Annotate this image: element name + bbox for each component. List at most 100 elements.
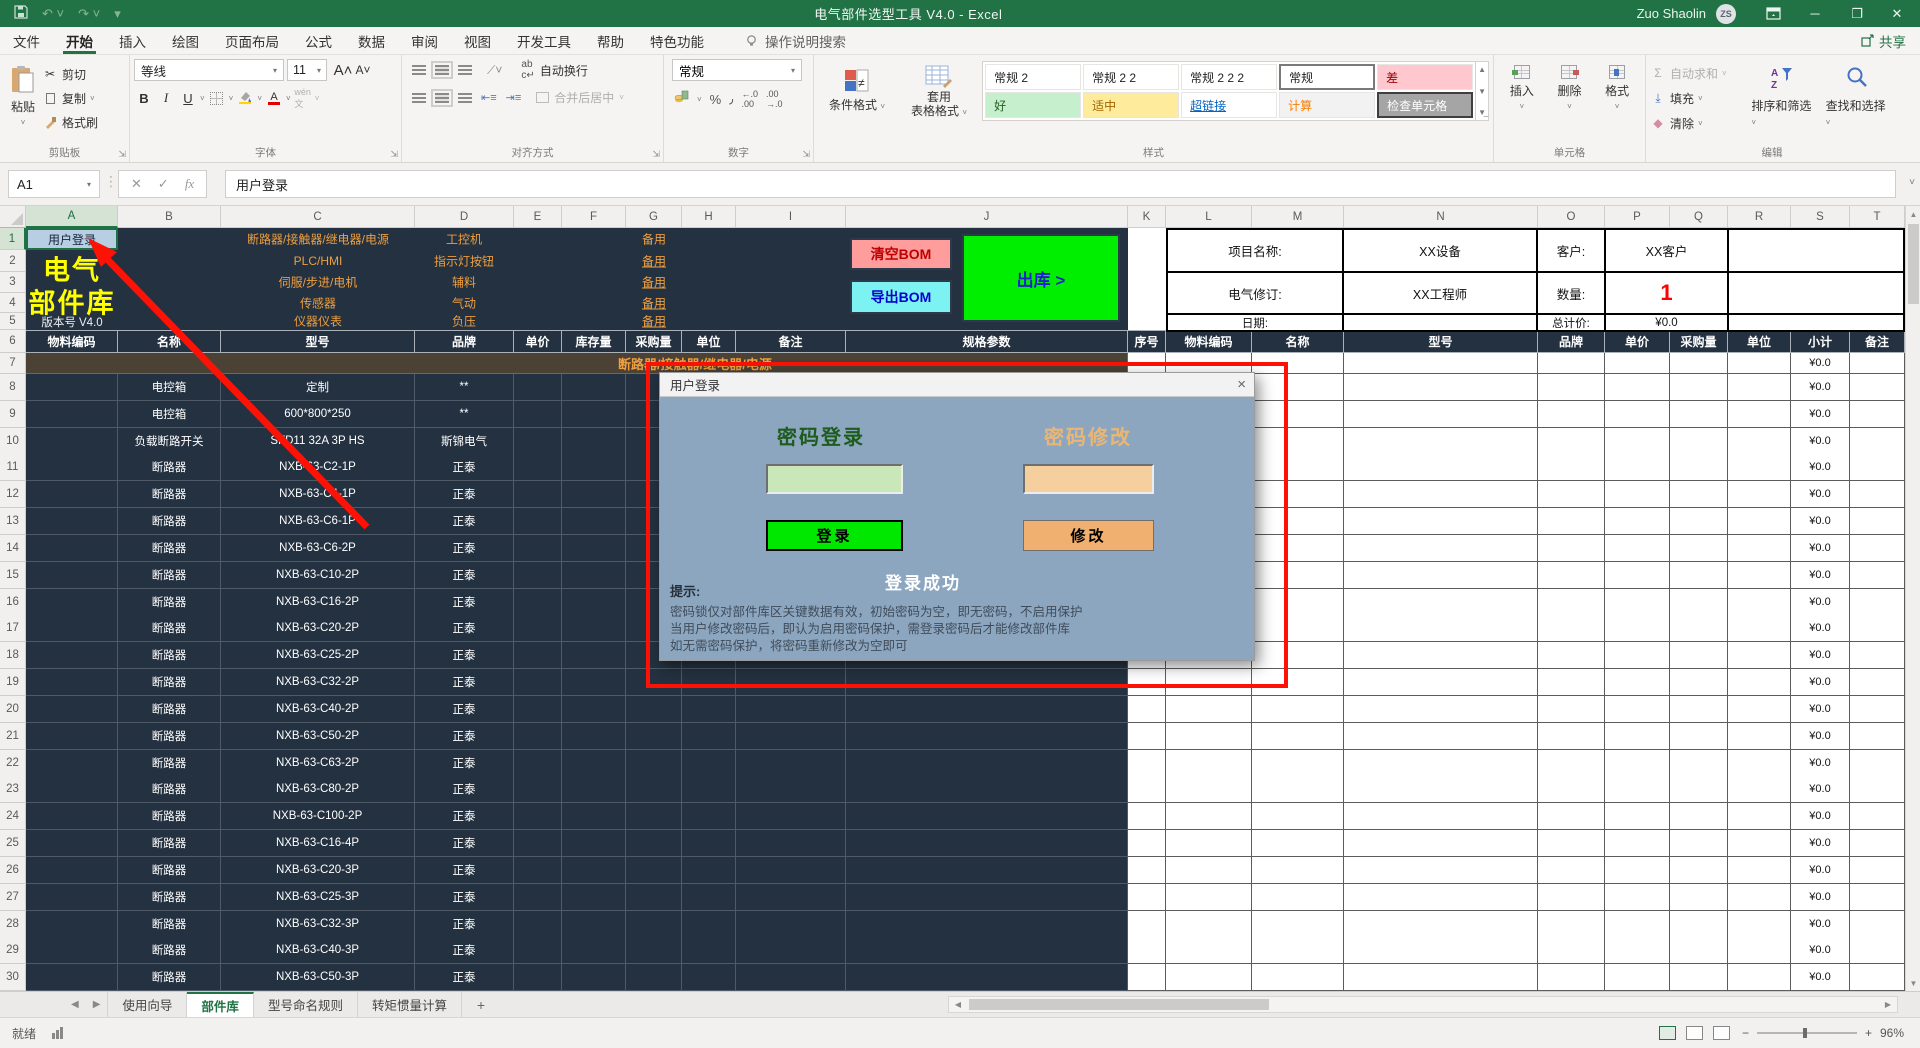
right-cell[interactable]	[1252, 884, 1344, 911]
row-header-10[interactable]: 10	[0, 428, 26, 455]
left-cell[interactable]	[562, 562, 626, 589]
row-header-8[interactable]: 8	[0, 374, 26, 401]
undo-icon[interactable]: ↶ ˅	[42, 6, 64, 22]
right-cell[interactable]	[1128, 696, 1166, 723]
left-cell[interactable]	[846, 964, 1128, 991]
left-cell[interactable]	[846, 750, 1128, 777]
left-cell[interactable]	[26, 428, 118, 455]
scroll-down-icon[interactable]: ▼	[1906, 975, 1920, 991]
part-name-cell[interactable]: 断路器	[118, 776, 221, 803]
right-cell[interactable]	[1538, 911, 1605, 938]
right-cell[interactable]	[1728, 589, 1791, 616]
row-header-19[interactable]: 19	[0, 669, 26, 696]
align-center-icon[interactable]	[435, 93, 449, 103]
right-cell[interactable]	[1128, 964, 1166, 991]
category-link[interactable]: 备用	[642, 295, 666, 312]
part-name-cell[interactable]: 断路器	[118, 589, 221, 616]
subtotal-cell[interactable]: ¥0.0	[1791, 696, 1850, 723]
left-cell[interactable]	[26, 857, 118, 884]
right-cell[interactable]	[1252, 428, 1344, 455]
new-sheet-button[interactable]: +	[470, 994, 492, 1016]
left-cell[interactable]	[846, 937, 1128, 964]
right-cell[interactable]	[1728, 535, 1791, 562]
right-cell[interactable]	[1538, 374, 1605, 401]
column-header-h[interactable]: H	[682, 206, 736, 228]
part-brand-cell[interactable]: 正泰	[415, 535, 514, 562]
left-cell[interactable]	[626, 937, 682, 964]
right-cell[interactable]	[1128, 776, 1166, 803]
conditional-formatting-button[interactable]: ≠ 条件格式 ˅	[818, 61, 896, 121]
right-cell[interactable]	[1166, 353, 1252, 374]
right-cell[interactable]	[1850, 589, 1905, 616]
left-cell[interactable]	[26, 803, 118, 830]
vertical-scroll-thumb[interactable]	[1908, 224, 1919, 304]
part-model-cell[interactable]: NXB-63-C25-3P	[221, 884, 415, 911]
right-cell[interactable]	[1252, 374, 1344, 401]
tab-scroll-left-icon[interactable]: ◀	[64, 999, 86, 1010]
cell-style-row2-0[interactable]: 好	[985, 92, 1081, 118]
row-header-21[interactable]: 21	[0, 723, 26, 750]
right-cell[interactable]	[1128, 723, 1166, 750]
part-name-cell[interactable]: 电控箱	[118, 374, 221, 401]
part-brand-cell[interactable]: 正泰	[415, 454, 514, 481]
left-cell[interactable]	[514, 481, 562, 508]
zoom-in-icon[interactable]: +	[1865, 1026, 1872, 1040]
left-cell[interactable]	[26, 454, 118, 481]
increase-indent-icon[interactable]: ⇥≡	[506, 91, 522, 104]
right-cell[interactable]	[1670, 589, 1728, 616]
right-cell[interactable]	[1538, 454, 1605, 481]
left-cell[interactable]	[736, 669, 846, 696]
subtotal-cell[interactable]: ¥0.0	[1791, 830, 1850, 857]
bold-icon[interactable]: B	[134, 88, 154, 108]
tab-10[interactable]: 特色功能	[637, 27, 717, 55]
left-cell[interactable]	[626, 884, 682, 911]
right-cell[interactable]	[1538, 776, 1605, 803]
right-cell[interactable]	[1128, 830, 1166, 857]
subtotal-cell[interactable]: ¥0.0	[1791, 454, 1850, 481]
scroll-up-icon[interactable]: ▲	[1906, 206, 1920, 222]
right-cell[interactable]	[1344, 374, 1538, 401]
column-header-p[interactable]: P	[1605, 206, 1670, 228]
left-cell[interactable]	[682, 669, 736, 696]
cell-style-row1-3[interactable]: 常规	[1279, 64, 1375, 90]
column-header-q[interactable]: Q	[1670, 206, 1728, 228]
left-cell[interactable]	[26, 911, 118, 938]
right-cell[interactable]	[1344, 857, 1538, 884]
part-name-cell[interactable]: 断路器	[118, 615, 221, 642]
category-link[interactable]: 传感器	[300, 295, 336, 312]
column-header-n[interactable]: N	[1344, 206, 1538, 228]
autosum-button[interactable]: Σ自动求和˅	[1650, 62, 1745, 84]
part-model-cell[interactable]: 600*800*250	[221, 401, 415, 428]
part-name-cell[interactable]: 断路器	[118, 481, 221, 508]
left-cell[interactable]	[514, 803, 562, 830]
right-cell[interactable]	[1605, 508, 1670, 535]
right-cell[interactable]	[1166, 857, 1252, 884]
left-cell[interactable]	[562, 535, 626, 562]
right-cell[interactable]	[1670, 911, 1728, 938]
left-cell[interactable]	[736, 803, 846, 830]
row-header-6[interactable]: 6	[0, 330, 26, 353]
right-cell[interactable]	[1128, 669, 1166, 696]
right-cell[interactable]	[1850, 911, 1905, 938]
page-break-view-icon[interactable]	[1713, 1026, 1730, 1040]
right-cell[interactable]	[1605, 562, 1670, 589]
part-name-cell[interactable]: 断路器	[118, 750, 221, 777]
part-name-cell[interactable]: 断路器	[118, 669, 221, 696]
left-cell[interactable]	[562, 589, 626, 616]
ribbon-display-options-icon[interactable]	[1752, 0, 1794, 27]
right-cell[interactable]	[1850, 776, 1905, 803]
left-cell[interactable]	[514, 964, 562, 991]
left-cell[interactable]	[26, 937, 118, 964]
left-cell[interactable]	[846, 911, 1128, 938]
row-header-16[interactable]: 16	[0, 589, 26, 616]
change-button[interactable]: 修改	[1023, 520, 1154, 551]
horizontal-scrollbar[interactable]: ◀ ▶	[948, 996, 1898, 1013]
right-cell[interactable]	[1605, 615, 1670, 642]
merge-center-button[interactable]: 合并后居中˅	[536, 89, 624, 106]
left-cell[interactable]	[682, 964, 736, 991]
fill-color-icon[interactable]	[235, 88, 255, 108]
right-cell[interactable]	[1670, 803, 1728, 830]
row-header-18[interactable]: 18	[0, 642, 26, 669]
subtotal-cell[interactable]: ¥0.0	[1791, 562, 1850, 589]
customize-qat-icon[interactable]: ▾	[114, 6, 121, 22]
